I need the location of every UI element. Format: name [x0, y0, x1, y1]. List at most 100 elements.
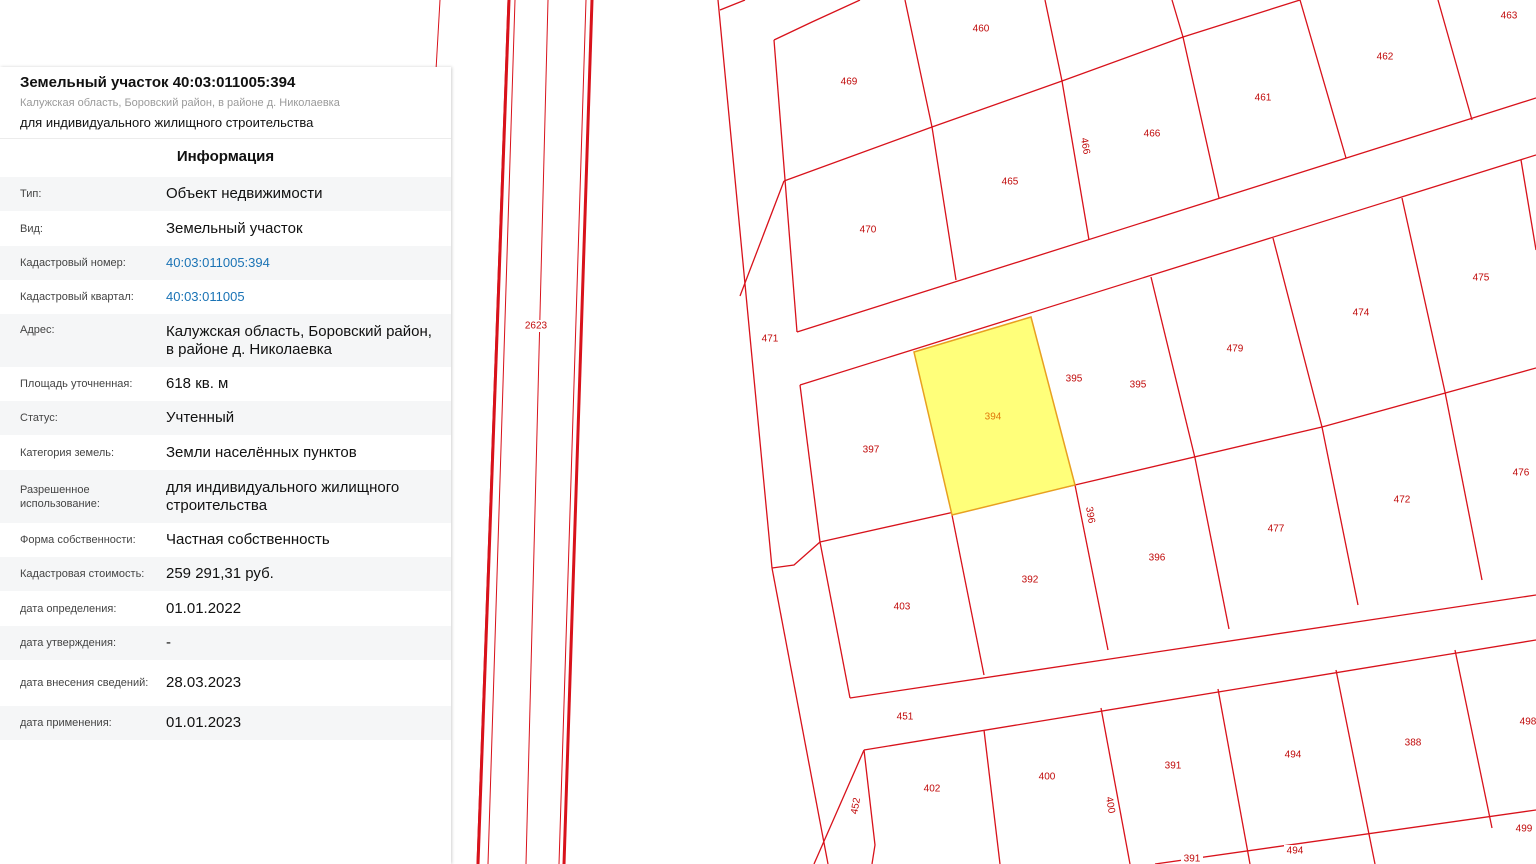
parcel-label: 477 [1268, 524, 1285, 535]
boundary-line [1272, 237, 1323, 428]
info-label: Вид: [20, 222, 43, 235]
parcel-label-group: 402 [921, 783, 943, 795]
parcel-label: 397 [863, 445, 880, 456]
parcel-label-group: 462 [1374, 51, 1396, 63]
info-panel: Земельный участок 40:03:011005:394 Калуж… [0, 67, 451, 864]
info-value: Калужская область, Боровский район, в ра… [166, 323, 432, 358]
parcel-label: 452 [849, 796, 863, 815]
info-row-status: Статус: Учтенный [0, 401, 451, 435]
parcel-address: Калужская область, Боровский район, в ра… [20, 97, 340, 109]
parcel-label: 400 [1103, 796, 1117, 815]
road-line [525, 0, 549, 864]
boundary-line [799, 384, 821, 543]
info-label: Статус: [20, 412, 58, 424]
parcel-label-group: 470 [857, 224, 879, 236]
parcel-label: 395 [1130, 380, 1147, 391]
boundary-line [1194, 457, 1230, 630]
info-value: 01.01.2022 [166, 599, 242, 617]
info-row-ownership: Форма собственности: Частная собственнос… [0, 523, 451, 557]
parcel-label-group: 476 [1510, 467, 1532, 479]
parcel-label: 479 [1227, 344, 1244, 355]
parcel-label-group: 469 [838, 76, 860, 88]
info-label: Площадь уточненная: [20, 378, 133, 390]
parcel-label-group: 394 [985, 412, 1002, 423]
boundary-line [983, 729, 1001, 864]
parcel-label-group: 395 [1127, 379, 1149, 391]
parcel-label: 396 [1149, 553, 1166, 564]
boundary-line [771, 567, 829, 864]
cadastral-quarter-link[interactable]: 40:03:011005 [166, 288, 451, 306]
boundary-line [904, 0, 957, 281]
parcel-label-group: 403 [891, 601, 913, 613]
info-row-address: Адрес: Калужская область, Боровский райо… [0, 314, 451, 367]
parcel-label-group: 400 [1102, 793, 1118, 817]
parcel-label-group: 471 [759, 333, 781, 345]
info-label: дата определения: [20, 602, 117, 615]
parcel-label: 395 [1066, 374, 1083, 385]
boundary-line [1321, 426, 1359, 606]
parcel-label: 476 [1513, 468, 1530, 479]
boundary-line [783, 0, 1301, 182]
parcel-label: 391 [1165, 761, 1182, 772]
parcel-label-group: 472 [1391, 494, 1413, 506]
cadastral-number-link[interactable]: 40:03:011005:394 [166, 254, 451, 272]
parcel-label: 400 [1039, 772, 1056, 783]
parcel-label: 461 [1255, 93, 1272, 104]
parcel-usage: для индивидуального жилищного строительс… [20, 115, 314, 130]
parcel-label: 498 [1520, 717, 1536, 728]
info-value: Объект недвижимости [166, 185, 323, 202]
boundary-line [719, 0, 746, 11]
info-value: 01.01.2023 [166, 714, 242, 731]
info-value: Земельный участок [166, 219, 303, 237]
info-row-kind: Вид: Земельный участок [0, 211, 451, 246]
parcel-title: Земельный участок 40:03:011005:394 [20, 74, 296, 91]
info-row-cadastral-value: Кадастровая стоимость: 259 291,31 руб. [0, 557, 451, 591]
boundary-line [863, 639, 1536, 751]
parcel-label-group: 466 [1077, 134, 1093, 158]
boundary-line [1454, 649, 1493, 829]
info-label: дата применения: [20, 717, 112, 729]
parcel-label-group: 465 [999, 176, 1021, 188]
parcel-label: 474 [1353, 308, 1370, 319]
parcel-label-group: 499 [1513, 823, 1535, 835]
parcel-label-group: 395 [1063, 373, 1085, 385]
parcel-label-group: 2623 [522, 320, 550, 332]
parcel-label: 402 [924, 784, 941, 795]
info-label: Кадастровый номер: [20, 257, 126, 269]
parcel-label-group: 494 [1282, 749, 1304, 761]
parcel-label: 460 [973, 24, 990, 35]
info-value: 259 291,31 руб. [166, 565, 274, 582]
parcel-label-group: 396 [1082, 503, 1098, 527]
parcel-label: 471 [762, 334, 779, 345]
parcel-label: 463 [1501, 11, 1518, 22]
boundary-line [799, 154, 1536, 386]
boundary-line [1444, 391, 1483, 581]
info-label: дата внесения сведений: [20, 677, 149, 689]
boundary-line [819, 541, 851, 699]
parcel-label: 470 [860, 225, 877, 236]
info-row-type: Тип: Объект недвижимости [0, 177, 451, 211]
parcel-label-group: 466 [1141, 128, 1163, 140]
boundary-line [1520, 159, 1536, 251]
boundary-line [1171, 0, 1220, 199]
parcel-label-group: 452 [848, 794, 864, 818]
info-value: для индивидуального жилищного строительс… [166, 478, 400, 514]
parcel-label: 499 [1516, 824, 1533, 835]
boundary-line [849, 594, 1536, 699]
info-label: Форма собственности: [20, 534, 136, 546]
info-value: 618 кв. м [166, 375, 229, 392]
parcel-label-group: 400 [1036, 771, 1058, 783]
parcel-label-group: 460 [970, 23, 992, 35]
boundary-line [1437, 0, 1473, 121]
road-line [558, 0, 587, 864]
boundary-line [1044, 0, 1090, 241]
info-label: Категория земель: [20, 446, 115, 459]
road-line [562, 0, 594, 864]
road-line [435, 0, 441, 71]
parcel-label: 475 [1473, 273, 1490, 284]
info-row-approval-date: дата утверждения: - [0, 626, 451, 660]
boundary-line [773, 39, 798, 333]
parcel-label: 396 [1083, 506, 1097, 525]
parcel-label: 394 [985, 412, 1002, 423]
info-row-cadastral-quarter: Кадастровый квартал: 40:03:011005 [0, 280, 451, 314]
